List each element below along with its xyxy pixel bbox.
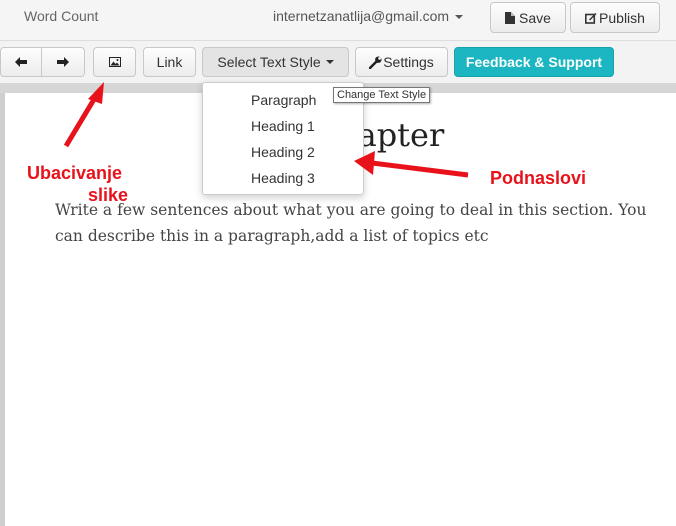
- annotation-arrows: [63, 82, 469, 178]
- arrow-to-heading-menu: [371, 160, 469, 178]
- annotation-image-line1: Ubacivanje: [27, 163, 123, 183]
- arrow-to-image-button: [63, 94, 99, 148]
- annotation-image-line2: slike: [88, 185, 129, 205]
- annotation-subheadings: Podnaslovi: [490, 168, 587, 188]
- arrowhead-heading: [354, 151, 375, 175]
